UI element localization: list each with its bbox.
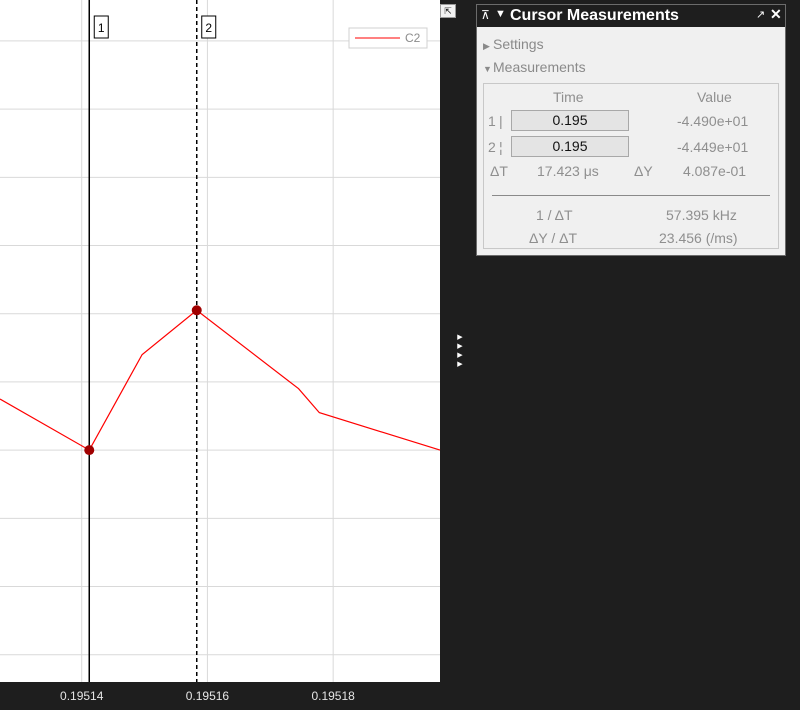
close-icon[interactable]: ✕ — [770, 6, 782, 23]
triangle-right-icon: ▶ — [457, 361, 463, 368]
triangle-right-icon: ▶ — [457, 334, 463, 341]
legend: C2 — [348, 27, 428, 49]
measurements-label: Measurements — [493, 59, 586, 75]
x-axis-ticks: 0.19514 0.19516 0.19518 — [60, 689, 355, 703]
delta-y-value: 4.087e-01 — [683, 163, 747, 179]
cursor-1-tag-label: 1 — [98, 21, 105, 35]
delta-t-label: ΔT — [490, 163, 508, 179]
measurements-section-toggle[interactable]: ▼Measurements — [483, 59, 586, 75]
triangle-down-icon[interactable]: ▼ — [495, 8, 506, 20]
time-column-header: Time — [553, 89, 584, 105]
value-column-header: Value — [697, 89, 732, 105]
slope-value: 23.456 (/ms) — [659, 230, 738, 246]
panel-title: Cursor Measurements — [510, 7, 679, 24]
triangle-right-icon: ▶ — [457, 343, 463, 350]
delta-t-value: 17.423 μs — [537, 163, 599, 179]
x-tick-label: 0.19514 — [60, 689, 104, 703]
x-tick-label: 0.19516 — [186, 689, 230, 703]
inverse-delta-t-label: 1 / ΔT — [536, 207, 573, 223]
cursor-2-value: -4.449e+01 — [677, 139, 749, 155]
triangle-down-icon: ▼ — [483, 64, 492, 74]
inverse-delta-t-value: 57.395 kHz — [666, 207, 737, 223]
undock-icon[interactable]: ↗ — [756, 8, 765, 21]
dashed-line-icon: ¦ — [499, 139, 503, 155]
cursor-2-tag-label: 2 — [205, 21, 212, 35]
settings-label: Settings — [493, 36, 544, 52]
cursor-1-marker — [84, 445, 95, 456]
measurements-table: Time Value 1 | 0.195 -4.490e+01 2 ¦ 0.19… — [483, 83, 779, 249]
dock-icon: ⇱ — [444, 6, 452, 16]
delta-y-label: ΔY — [634, 163, 653, 179]
divider — [492, 195, 770, 196]
cursor-2-time-field[interactable]: 0.195 — [511, 136, 629, 157]
cursor-2-label: 2 — [488, 139, 496, 155]
cursor-1-time-field[interactable]: 0.195 — [511, 110, 629, 131]
cursor-2-marker — [191, 305, 202, 316]
plot-area[interactable] — [0, 0, 440, 682]
panel-header[interactable]: ⊼ ▼ Cursor Measurements ↗ ✕ — [477, 5, 785, 27]
collapse-panel-handle[interactable]: ▶ ▶ ▶ ▶ — [455, 333, 465, 369]
triangle-right-icon: ▶ — [483, 41, 490, 51]
solid-line-icon: | — [499, 113, 503, 129]
slope-label: ΔY / ΔT — [529, 230, 578, 246]
x-tick-label: 0.19518 — [311, 689, 355, 703]
cursor-1-label: 1 — [488, 113, 496, 129]
cursor-1-value: -4.490e+01 — [677, 113, 749, 129]
settings-section-toggle[interactable]: ▶ Settings — [483, 36, 544, 52]
legend-label: C2 — [405, 31, 421, 45]
dock-panel-button[interactable]: ⇱ — [440, 4, 456, 18]
cursor-measurements-panel: ⊼ ▼ Cursor Measurements ↗ ✕ ▶ Settings ▼M… — [476, 4, 786, 256]
triangle-right-icon: ▶ — [457, 352, 463, 359]
pin-icon[interactable]: ⊼ — [481, 8, 490, 22]
